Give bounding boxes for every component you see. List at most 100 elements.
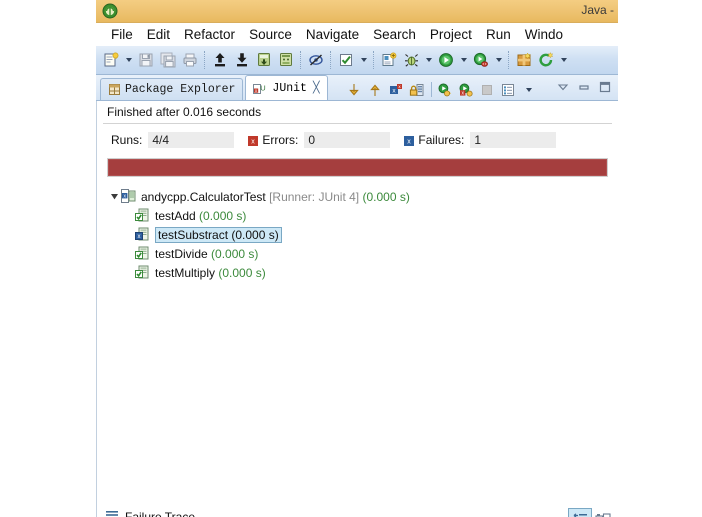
test-run-history-button[interactable] (498, 79, 519, 100)
failure-trace-title: Failure Trace (125, 510, 195, 517)
tab-junit[interactable]: x U JUnit ╳ (245, 75, 327, 100)
test-suite-failed-icon: x (121, 189, 137, 205)
toolbar-separator (300, 51, 302, 69)
junit-progress-bar (107, 158, 608, 177)
tree-row-test[interactable]: testDivide (0.000 s) (107, 244, 618, 263)
export-icon[interactable] (209, 49, 231, 71)
error-marker-icon: x (248, 135, 258, 145)
expand-twisty-icon[interactable] (107, 192, 121, 201)
tree-row-test[interactable]: x testSubstract (0.000 s) (107, 225, 618, 244)
menu-project[interactable]: Project (423, 26, 479, 43)
show-failures-only-button[interactable]: x x (386, 79, 407, 100)
chevron-down-icon[interactable] (557, 49, 570, 71)
previous-failure-button[interactable] (365, 79, 386, 100)
menu-search[interactable]: Search (366, 26, 423, 43)
close-icon[interactable]: ╳ (313, 81, 320, 95)
suite-row-label: andycpp.CalculatorTest [Runner: JUnit 4]… (141, 190, 410, 204)
tree-row-test[interactable]: testMultiply (0.000 s) (107, 263, 618, 282)
tab-package-explorer[interactable]: Package Explorer (100, 78, 243, 100)
svg-text:x: x (138, 234, 141, 240)
scroll-lock-button[interactable] (407, 79, 428, 100)
test-results-tree: x andycpp.CalculatorTest [Runner: JUnit … (97, 177, 618, 282)
package-explorer-icon (108, 83, 121, 96)
toolbar-separator (330, 51, 332, 69)
eclipse-logo-icon (102, 3, 118, 19)
eclipse-window: Java - File Edit Refactor Source Navigat… (96, 0, 618, 517)
menu-source[interactable]: Source (242, 26, 299, 43)
refresh-icon[interactable] (535, 49, 557, 71)
toolbar-separator (508, 51, 510, 69)
test-passed-icon (135, 208, 151, 224)
view-window-controls (552, 76, 615, 97)
runs-label: Runs: (111, 133, 142, 147)
tree-row-test[interactable]: testAdd (0.000 s) (107, 206, 618, 225)
menu-run[interactable]: Run (479, 26, 518, 43)
junit-icon: x U (253, 82, 268, 95)
check-mark-icon[interactable] (335, 49, 357, 71)
window-title-text: Java - (581, 3, 614, 17)
failure-trace-header: Failure Trace (97, 506, 618, 517)
failures-value: 1 (470, 132, 556, 148)
test-row-label: testAdd (0.000 s) (155, 209, 246, 223)
suite-runner: [Runner: JUnit 4] (269, 190, 359, 204)
chevron-down-icon[interactable] (492, 49, 505, 71)
compare-result-button[interactable] (592, 509, 614, 517)
test-name: testSubstract (158, 228, 228, 242)
junit-view-toolbar: x x (344, 79, 540, 100)
chevron-down-icon[interactable] (357, 49, 370, 71)
toolbar-separator (373, 51, 375, 69)
chevron-down-icon[interactable] (457, 49, 470, 71)
test-row-label: testSubstract (0.000 s) (155, 227, 282, 243)
toggle-breakpoint-icon[interactable] (305, 49, 327, 71)
menu-bar: File Edit Refactor Source Navigate Searc… (96, 23, 618, 46)
chevron-down-icon[interactable] (422, 49, 435, 71)
new-java-class-icon[interactable] (378, 49, 400, 71)
new-package-icon[interactable] (513, 49, 535, 71)
menu-window[interactable]: Windo (518, 26, 570, 43)
tab-label: Package Explorer (125, 83, 235, 96)
stop-button[interactable] (477, 79, 498, 100)
window-title-bar: Java - (96, 0, 618, 23)
run-external-tools-icon[interactable] (470, 49, 492, 71)
chevron-down-icon[interactable] (122, 49, 135, 71)
save-icon[interactable] (135, 49, 157, 71)
svg-text:U: U (261, 83, 266, 92)
tab-label: JUnit (272, 82, 307, 95)
menu-navigate[interactable]: Navigate (299, 26, 366, 43)
separator (431, 82, 432, 97)
rerun-failed-tests-button[interactable]: x (456, 79, 477, 100)
junit-status-line: Finished after 0.016 seconds (97, 101, 618, 123)
build-all-icon[interactable] (253, 49, 275, 71)
right-blank-area (618, 0, 702, 517)
test-row-label: testMultiply (0.000 s) (155, 266, 266, 280)
runs-counter: Runs: 4/4 (111, 132, 234, 148)
import-icon[interactable] (231, 49, 253, 71)
svg-text:x: x (408, 139, 412, 146)
maximize-icon[interactable] (594, 76, 615, 97)
save-all-icon[interactable] (157, 49, 179, 71)
test-failed-icon: x (135, 227, 151, 243)
tree-row-suite[interactable]: x andycpp.CalculatorTest [Runner: JUnit … (107, 187, 618, 206)
minimize-icon[interactable] (573, 76, 594, 97)
test-name: testAdd (155, 209, 196, 223)
svg-text:x: x (252, 139, 256, 146)
test-name: testDivide (155, 247, 208, 261)
menu-file[interactable]: File (104, 26, 140, 43)
next-failure-button[interactable] (344, 79, 365, 100)
stack-trace-icon (105, 508, 119, 517)
debug-icon[interactable] (400, 49, 422, 71)
run-icon[interactable] (435, 49, 457, 71)
rerun-test-button[interactable] (435, 79, 456, 100)
view-menu-button[interactable] (519, 79, 540, 100)
menu-refactor[interactable]: Refactor (177, 26, 242, 43)
print-icon[interactable] (179, 49, 201, 71)
filter-stack-trace-button[interactable] (568, 508, 592, 517)
errors-label: Errors: (262, 133, 298, 147)
suite-time: (0.000 s) (362, 190, 409, 204)
test-name: testMultiply (155, 266, 215, 280)
view-menu-triangle-icon[interactable] (552, 76, 573, 97)
open-type-icon[interactable] (275, 49, 297, 71)
new-wizard-icon[interactable] (100, 49, 122, 71)
errors-value: 0 (304, 132, 390, 148)
menu-edit[interactable]: Edit (140, 26, 177, 43)
